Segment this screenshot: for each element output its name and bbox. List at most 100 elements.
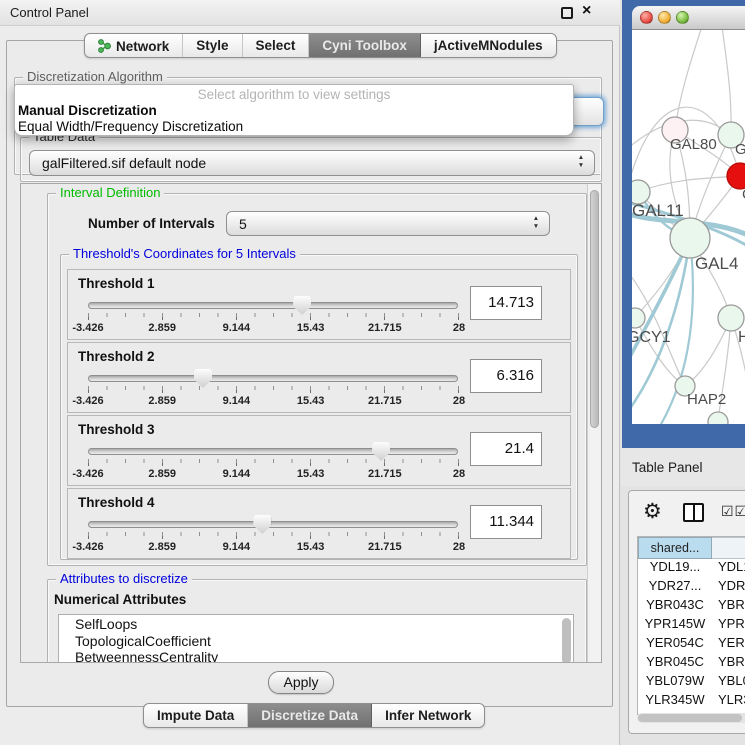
interval-definition-label: Interval Definition [56,185,164,200]
table-row[interactable]: YBR045CYBR0 [638,654,745,673]
tab-cyni-toolbox[interactable]: Cyni Toolbox [309,34,421,58]
attributes-group-label: Attributes to discretize [56,571,192,586]
number-of-intervals-value: 5 [239,216,247,232]
control-panel-window: Control Panel × Network Style Select Cyn… [0,0,620,745]
tab-style[interactable]: Style [183,34,242,58]
window-title: Control Panel [10,5,89,20]
select-checkboxes-icon[interactable]: ☑☑ [721,503,745,520]
interval-definition-group: Interval Definition Number of Intervals … [47,193,587,566]
algorithm-dropdown-popup: Select algorithm to view settings Manual… [14,84,574,136]
tab-impute-data[interactable]: Impute Data [144,704,248,728]
node-label: GAL11 [632,201,684,220]
apply-button[interactable]: Apply [268,671,334,694]
tab-infer-network[interactable]: Infer Network [372,704,484,728]
column-header-name[interactable]: na [712,537,745,559]
table-data-value: galFiltered.sif default node [42,155,206,171]
control-panel-tabs: Network Style Select Cyni Toolbox jActiv… [84,33,557,58]
node-label: GAL80 [670,136,717,153]
slider-track[interactable] [88,302,458,309]
slider-track[interactable] [88,375,458,382]
network-canvas[interactable]: GAL80 GA C GAL11 GAL4 GCY1 H HAP2 [632,30,745,424]
algorithm-option-manual[interactable]: Manual Discretization [18,103,157,118]
network-node [718,305,744,331]
node-label: GA [735,141,745,158]
network-tab-icon [98,38,111,56]
tab-jactivemnodules[interactable]: jActiveMNodules [421,34,556,58]
slider-axis: -3.426 2.859 9.144 15.43 21.715 28 [88,395,459,409]
threshold-4-value-field[interactable]: 11.344 [470,505,542,539]
algorithm-option-equal-width[interactable]: Equal Width/Frequency Discretization [18,119,243,134]
table-header-row: shared... na [638,537,745,559]
node-label: GAL4 [695,254,738,273]
list-scrollbar[interactable] [562,618,571,663]
threshold-4-slider: -3.426 2.859 9.144 15.43 21.715 28 [88,515,459,559]
numerical-attributes-label: Numerical Attributes [54,592,186,607]
minimize-traffic-light-icon[interactable] [658,11,671,24]
network-node [708,412,728,424]
cyni-bottom-tabs: Impute Data Discretize Data Infer Networ… [143,703,485,728]
table-row[interactable]: YLR345WYLR3 [638,692,745,711]
threshold-3-value-field[interactable]: 21.4 [470,432,542,466]
list-item[interactable]: SelfLoops [59,615,573,632]
tab-select[interactable]: Select [243,34,310,58]
threshold-2-value-field[interactable]: 6.316 [470,359,542,393]
slider-axis: -3.426 2.859 9.144 15.43 21.715 28 [88,541,459,555]
columns-icon[interactable] [683,503,704,522]
settings-scrollbar[interactable] [587,184,601,662]
table-row[interactable]: YBL079WYBL0 [638,673,745,692]
table-row[interactable]: YBR043CYBR0 [638,597,745,616]
table-horizontal-scrollbar[interactable] [637,713,745,723]
threshold-4-label: Threshold 4 [78,495,155,510]
table-row[interactable]: YDL19...YDL1 [638,559,745,578]
numerical-attributes-list: SelfLoops TopologicalCoefficient Between… [58,614,574,663]
close-icon[interactable]: × [582,2,591,20]
algorithm-prompt: Select algorithm to view settings [15,87,573,102]
table-panel-titlebar: Table Panel [621,448,745,486]
table-panel-title: Table Panel [621,448,745,475]
thresholds-group-label: Threshold's Coordinates for 5 Intervals [69,246,300,261]
attributes-group: Attributes to discretize Numerical Attri… [47,579,587,663]
tab-discretize-data[interactable]: Discretize Data [248,704,372,728]
table-row[interactable]: YDR27...YDR2 [638,578,745,597]
table-data-combobox[interactable]: galFiltered.sif default node ▲▼ [29,150,595,176]
column-header-shared-name[interactable]: shared... [638,537,712,559]
table-row[interactable]: YER054CYER0 [638,635,745,654]
threshold-2-label: Threshold 2 [78,349,155,364]
threshold-2-slider: -3.426 2.859 9.144 15.43 21.715 28 [88,369,459,413]
threshold-2-panel: Threshold 2 -3.426 2.859 9.144 15.43 21.… [67,342,571,413]
slider-axis: -3.426 2.859 9.144 15.43 21.715 28 [88,322,459,336]
threshold-3-slider: -3.426 2.859 9.144 15.43 21.715 28 [88,442,459,486]
scrollbar-thumb[interactable] [590,190,599,428]
table-panel: ⚙ ☑☑ shared... na YDL19...YDL1 YDR27...Y… [628,490,745,734]
threshold-1-value-field[interactable]: 14.713 [470,286,542,320]
spinner-icon: ▲▼ [576,154,586,170]
node-label: H [738,329,745,346]
number-of-intervals-combobox[interactable]: 5 ▲▼ [226,211,550,236]
list-item[interactable]: BetweennessCentrality [59,648,573,663]
slider-track[interactable] [88,521,458,528]
gear-icon[interactable]: ⚙ [643,499,662,524]
discretization-algorithm-label: Discretization Algorithm [23,69,167,84]
tab-network-label: Network [116,39,169,54]
threshold-1-panel: Threshold 1 -3.426 2.859 9.144 15.43 21.… [67,269,571,340]
list-item[interactable]: TopologicalCoefficient [59,632,573,649]
table-data-group: Table Data galFiltered.sif default node … [20,137,602,182]
node-label: GCY1 [632,329,671,346]
threshold-3-label: Threshold 3 [78,422,155,437]
number-of-intervals-label: Number of Intervals [88,216,215,231]
slider-track[interactable] [88,448,458,455]
threshold-3-panel: Threshold 3 -3.426 2.859 9.144 15.43 21.… [67,415,571,486]
control-panel-titlebar: Control Panel × [0,0,620,26]
network-graph: GAL80 GA C GAL11 GAL4 GCY1 H HAP2 [632,30,745,424]
close-traffic-light-icon[interactable] [640,11,653,24]
network-node [632,308,645,328]
table-row[interactable]: YPR145WYPR1 [638,616,745,635]
spinner-icon: ▲▼ [531,215,541,231]
node-label: HAP2 [687,391,726,408]
float-window-icon[interactable] [561,7,573,19]
tab-network[interactable]: Network [85,34,183,58]
threshold-1-slider: -3.426 2.859 9.144 15.43 21.715 28 [88,296,459,340]
zoom-traffic-light-icon[interactable] [676,11,689,24]
network-window-titlebar [632,6,745,30]
scrollbar-thumb[interactable] [638,714,742,722]
